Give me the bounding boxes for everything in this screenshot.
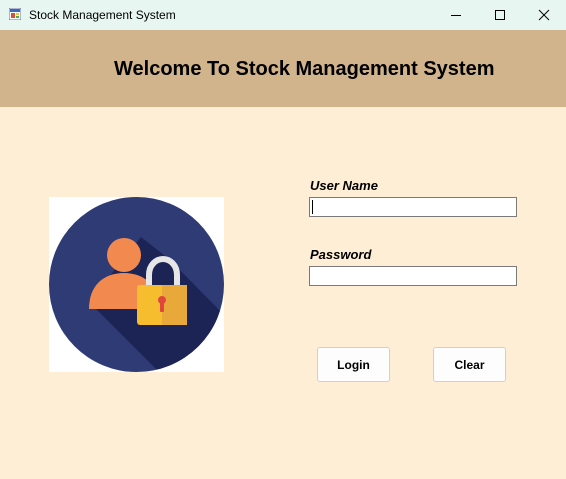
username-label: User Name [310,178,378,193]
window-title: Stock Management System [29,8,176,22]
password-input[interactable] [309,266,517,286]
title-bar: Stock Management System [0,0,566,30]
maximize-icon [495,10,505,20]
password-label: Password [310,247,372,262]
minimize-button[interactable] [433,0,479,30]
user-lock-icon [49,197,224,372]
close-icon [538,9,550,21]
username-input[interactable] [309,197,517,217]
clear-button[interactable]: Clear [433,347,506,382]
close-button[interactable] [521,0,566,30]
minimize-icon [451,15,461,16]
login-button[interactable]: Login [317,347,390,382]
text-caret [312,200,313,214]
page-title: Welcome To Stock Management System [114,58,495,80]
header-banner: Welcome To Stock Management System [0,30,566,107]
user-lock-illustration [49,197,224,372]
maximize-button[interactable] [477,0,523,30]
app-form-icon [9,8,21,20]
